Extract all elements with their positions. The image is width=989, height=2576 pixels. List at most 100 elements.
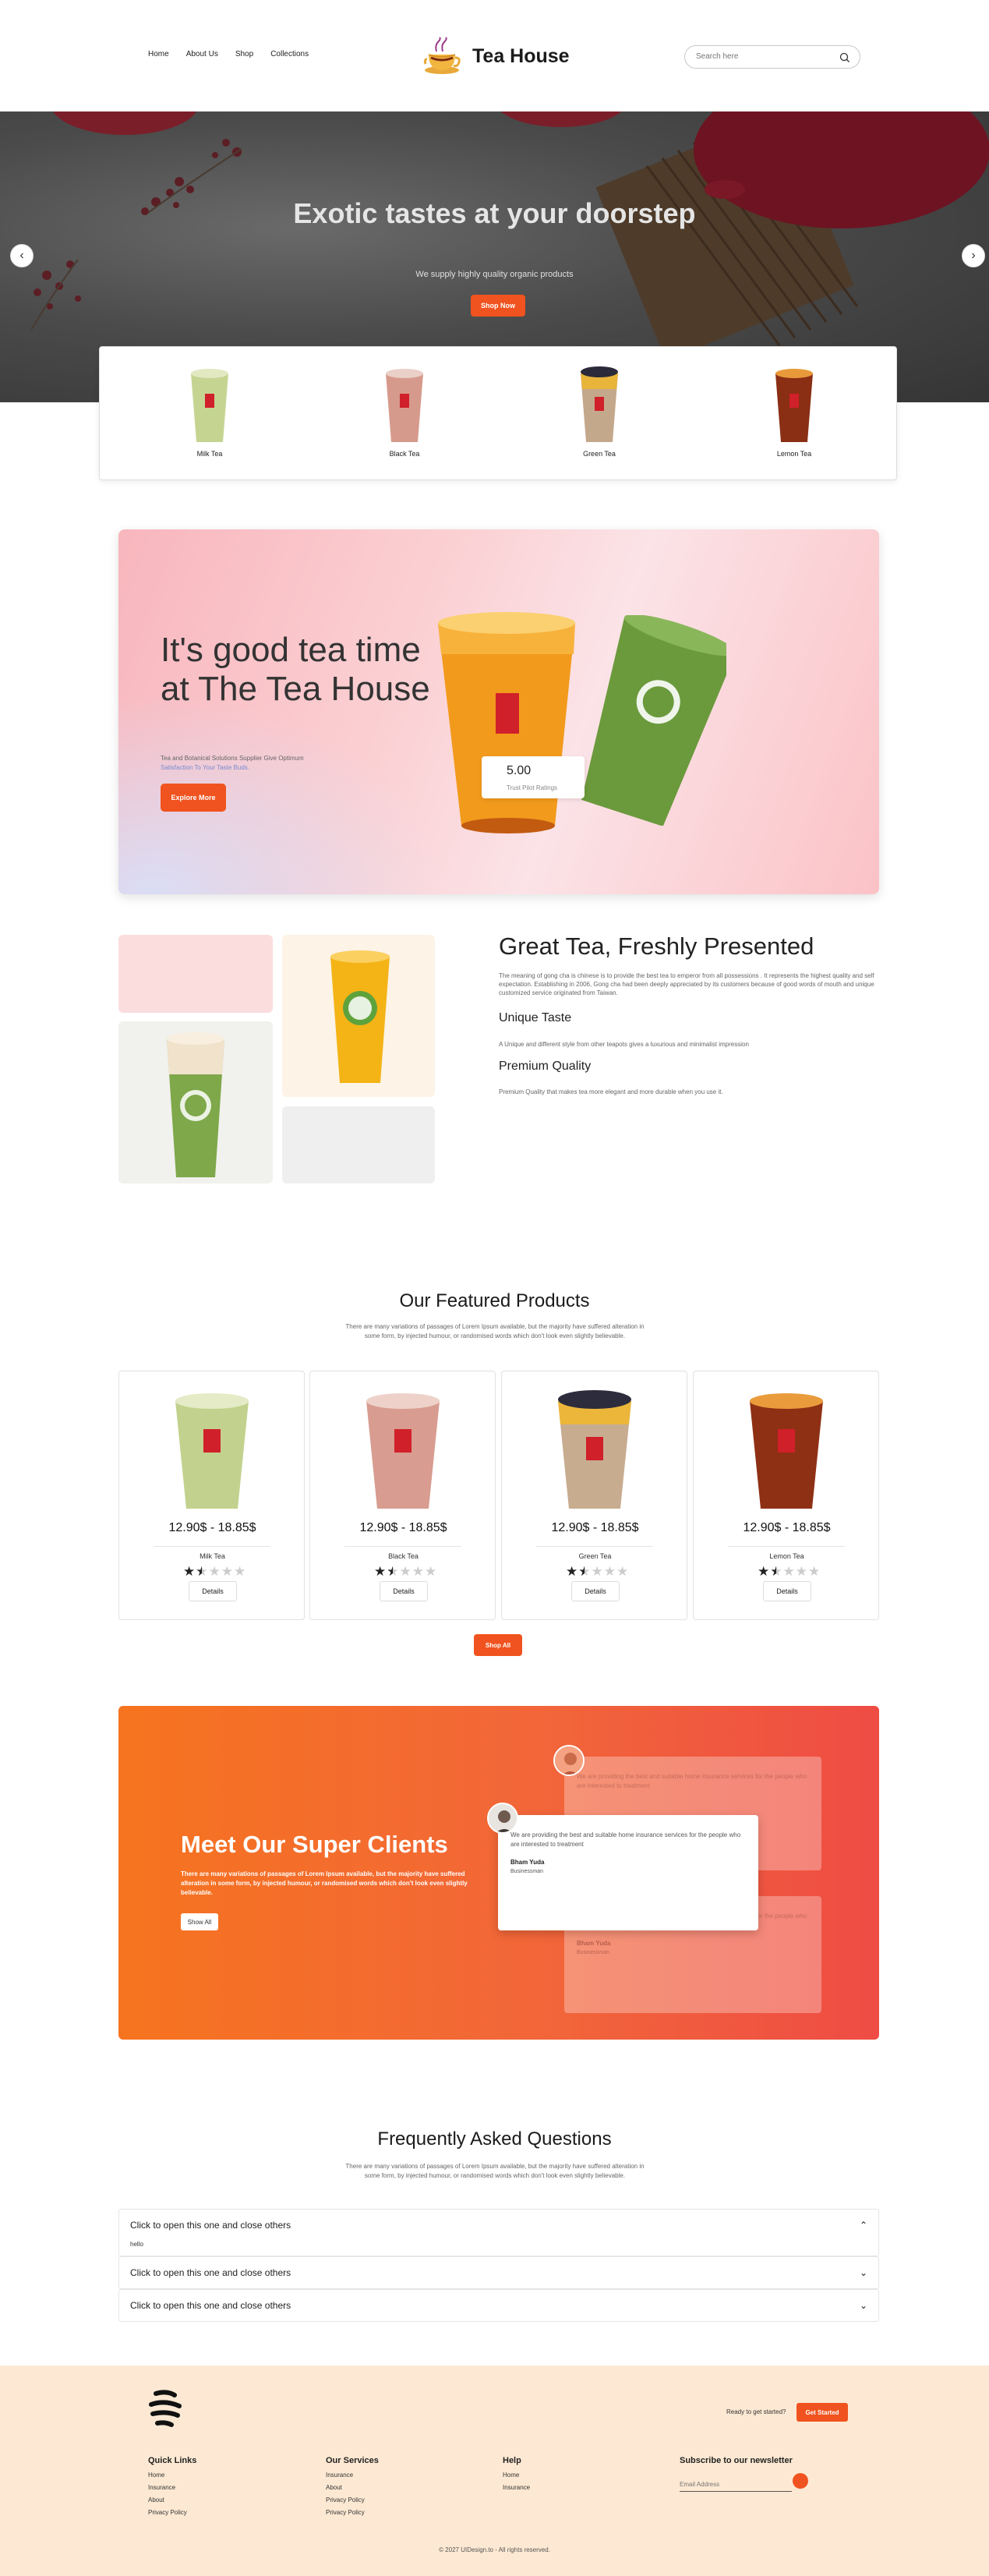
newsletter-submit-icon[interactable] xyxy=(793,2473,808,2489)
hero-title: Exotic tastes at your doorstep xyxy=(293,197,696,229)
product-divider xyxy=(344,1546,461,1547)
product-card-lemon-tea[interactable]: 12.90$ - 18.85$ Lemon Tea ★ ★ ★ ★ ★ Details xyxy=(693,1371,879,1620)
promo-title: It's good tea time at The Tea House xyxy=(161,631,430,708)
explore-more-button[interactable]: Explore More xyxy=(161,784,226,812)
faq-question-1[interactable]: Click to open this one and close others … xyxy=(119,2210,878,2241)
footer-link[interactable]: Insurance xyxy=(503,2484,530,2491)
search-box[interactable] xyxy=(684,45,860,69)
chevron-down-icon: ⌄ xyxy=(859,2300,867,2311)
rating-label: Trust Pilot Ratings xyxy=(507,784,558,791)
great-tea-intro: The meaning of gong cha is chinese is to… xyxy=(499,972,874,996)
star-full-icon: ★ xyxy=(566,1564,578,1579)
orange-tea-cup-image xyxy=(438,612,575,833)
details-button[interactable]: Details xyxy=(380,1581,428,1601)
yellow-tea-cup-image xyxy=(330,950,390,1083)
faq-item: Click to open this one and close others … xyxy=(118,2209,879,2256)
quick-links-column: Quick Links Home Insurance About Privacy… xyxy=(148,2456,197,2516)
great-tea-title: Great Tea, Freshly Presented xyxy=(499,932,814,960)
product-rating: ★ ★ ★ ★ ★ xyxy=(566,1565,628,1578)
product-price: 12.90$ - 18.85$ xyxy=(743,1521,831,1534)
star-empty-icon: ★ xyxy=(808,1564,821,1579)
faq-question-2[interactable]: Click to open this one and close others … xyxy=(119,2257,878,2288)
clients-section: Meet Our Super Clients There are many va… xyxy=(118,1706,879,2040)
product-name: Lemon Tea xyxy=(769,1552,804,1560)
brand[interactable]: Tea House xyxy=(422,36,570,76)
green-tea-cup-image xyxy=(581,615,726,826)
product-divider xyxy=(536,1546,653,1547)
hero-prev-arrow-icon[interactable]: ‹ xyxy=(10,244,34,267)
product-divider xyxy=(154,1546,270,1547)
star-empty-icon: ★ xyxy=(616,1564,629,1579)
product-divider xyxy=(728,1546,845,1547)
faq-answer-1: hello xyxy=(130,2241,143,2248)
category-milk-tea[interactable]: Milk Tea xyxy=(163,363,256,458)
details-button[interactable]: Details xyxy=(189,1581,237,1601)
hero-subtitle: We supply highly quality organic product… xyxy=(415,270,574,279)
premium-quality-heading: Premium Quality xyxy=(499,1060,592,1073)
get-started-button[interactable]: Get Started xyxy=(796,2403,848,2422)
faq-question-3[interactable]: Click to open this one and close others … xyxy=(119,2290,878,2321)
show-all-button[interactable]: Show All xyxy=(181,1913,218,1930)
shop-all-button[interactable]: Shop All xyxy=(474,1634,522,1656)
chevron-up-icon: ⌃ xyxy=(859,2220,867,2231)
footer-link[interactable]: Privacy Policy xyxy=(148,2509,196,2516)
footer-link[interactable]: Insurance xyxy=(148,2484,196,2491)
hero-next-arrow-icon[interactable]: › xyxy=(962,244,985,267)
product-card-black-tea[interactable]: 12.90$ - 18.85$ Black Tea ★ ★ ★ ★ ★ Details xyxy=(309,1371,496,1620)
featured-title: Our Featured Products xyxy=(399,1290,590,1311)
footer-link[interactable]: Insurance xyxy=(326,2472,379,2479)
shop-now-button[interactable]: Shop Now xyxy=(471,295,525,317)
faq-subtitle: There are many variations of passages of… xyxy=(345,2163,645,2179)
nav-link-home[interactable]: Home xyxy=(148,50,169,58)
footer-link[interactable]: About xyxy=(326,2484,379,2491)
product-name: Milk Tea xyxy=(200,1552,225,1560)
star-half-icon: ★ xyxy=(578,1564,591,1579)
star-full-icon: ★ xyxy=(183,1564,196,1579)
footer-link[interactable]: Home xyxy=(148,2472,196,2479)
star-empty-icon: ★ xyxy=(795,1564,807,1579)
nav-link-collections[interactable]: Collections xyxy=(270,50,309,58)
brand-name: Tea House xyxy=(472,44,570,67)
help-column: Help Home Insurance xyxy=(503,2456,531,2491)
product-price: 12.90$ - 18.85$ xyxy=(551,1521,639,1534)
star-empty-icon: ★ xyxy=(782,1564,795,1579)
details-button[interactable]: Details xyxy=(571,1581,620,1601)
product-name: Green Tea xyxy=(578,1552,612,1560)
product-price: 12.90$ - 18.85$ xyxy=(168,1521,256,1534)
category-lemon-tea[interactable]: Lemon Tea xyxy=(747,363,841,458)
nav-link-about-us[interactable]: About Us xyxy=(186,50,218,58)
copyright: © 2027 UIDesign.to - All rights reserved… xyxy=(439,2546,550,2553)
milk-tea-image xyxy=(175,1393,249,1509)
product-card-green-tea[interactable]: 12.90$ - 18.85$ Green Tea ★ ★ ★ ★ ★ Details xyxy=(501,1371,687,1620)
star-half-icon: ★ xyxy=(196,1564,208,1579)
star-empty-icon: ★ xyxy=(411,1564,424,1579)
newsletter-column: Subscribe to our newsletter xyxy=(680,2456,793,2472)
product-card-milk-tea[interactable]: 12.90$ - 18.85$ Milk Tea ★ ★ ★ ★ ★ Details xyxy=(118,1371,305,1620)
trustpilot-rating-card: 5.00 Trust Pilot Ratings xyxy=(482,756,585,798)
footer-link[interactable]: About xyxy=(148,2496,196,2503)
category-green-tea[interactable]: Green Tea xyxy=(553,363,646,458)
footer-link[interactable]: Privacy Policy xyxy=(326,2496,379,2503)
grey-tile xyxy=(282,1106,435,1184)
footer-link[interactable]: Privacy Policy xyxy=(326,2509,379,2516)
featured-subtitle: There are many variations of passages of… xyxy=(345,1323,645,1339)
star-empty-icon: ★ xyxy=(208,1564,221,1579)
cta-text: Ready to get started? xyxy=(726,2408,786,2415)
details-button[interactable]: Details xyxy=(763,1581,811,1601)
search-icon[interactable] xyxy=(839,52,850,63)
promo-banner: It's good tea time at The Tea House Tea … xyxy=(118,529,879,894)
pink-tile xyxy=(118,935,273,1013)
search-input[interactable] xyxy=(696,52,828,61)
testimonial-text: We are providing the best and suitable h… xyxy=(510,1831,741,1848)
category-black-tea[interactable]: Black Tea xyxy=(358,363,451,458)
faq-item: Click to open this one and close others … xyxy=(118,2256,879,2289)
promo-description-line1: Tea and Botanical Solutions Supplier Giv… xyxy=(161,755,304,762)
newsletter-email-input[interactable] xyxy=(680,2478,792,2492)
footer-link[interactable]: Home xyxy=(503,2472,530,2479)
faq-title: Frequently Asked Questions xyxy=(377,2128,612,2150)
star-full-icon: ★ xyxy=(758,1564,770,1579)
nav-link-shop[interactable]: Shop xyxy=(235,50,253,58)
avatar xyxy=(553,1745,585,1776)
footer-logo-icon xyxy=(149,2390,182,2427)
matcha-latte-cup-image xyxy=(167,1032,224,1177)
